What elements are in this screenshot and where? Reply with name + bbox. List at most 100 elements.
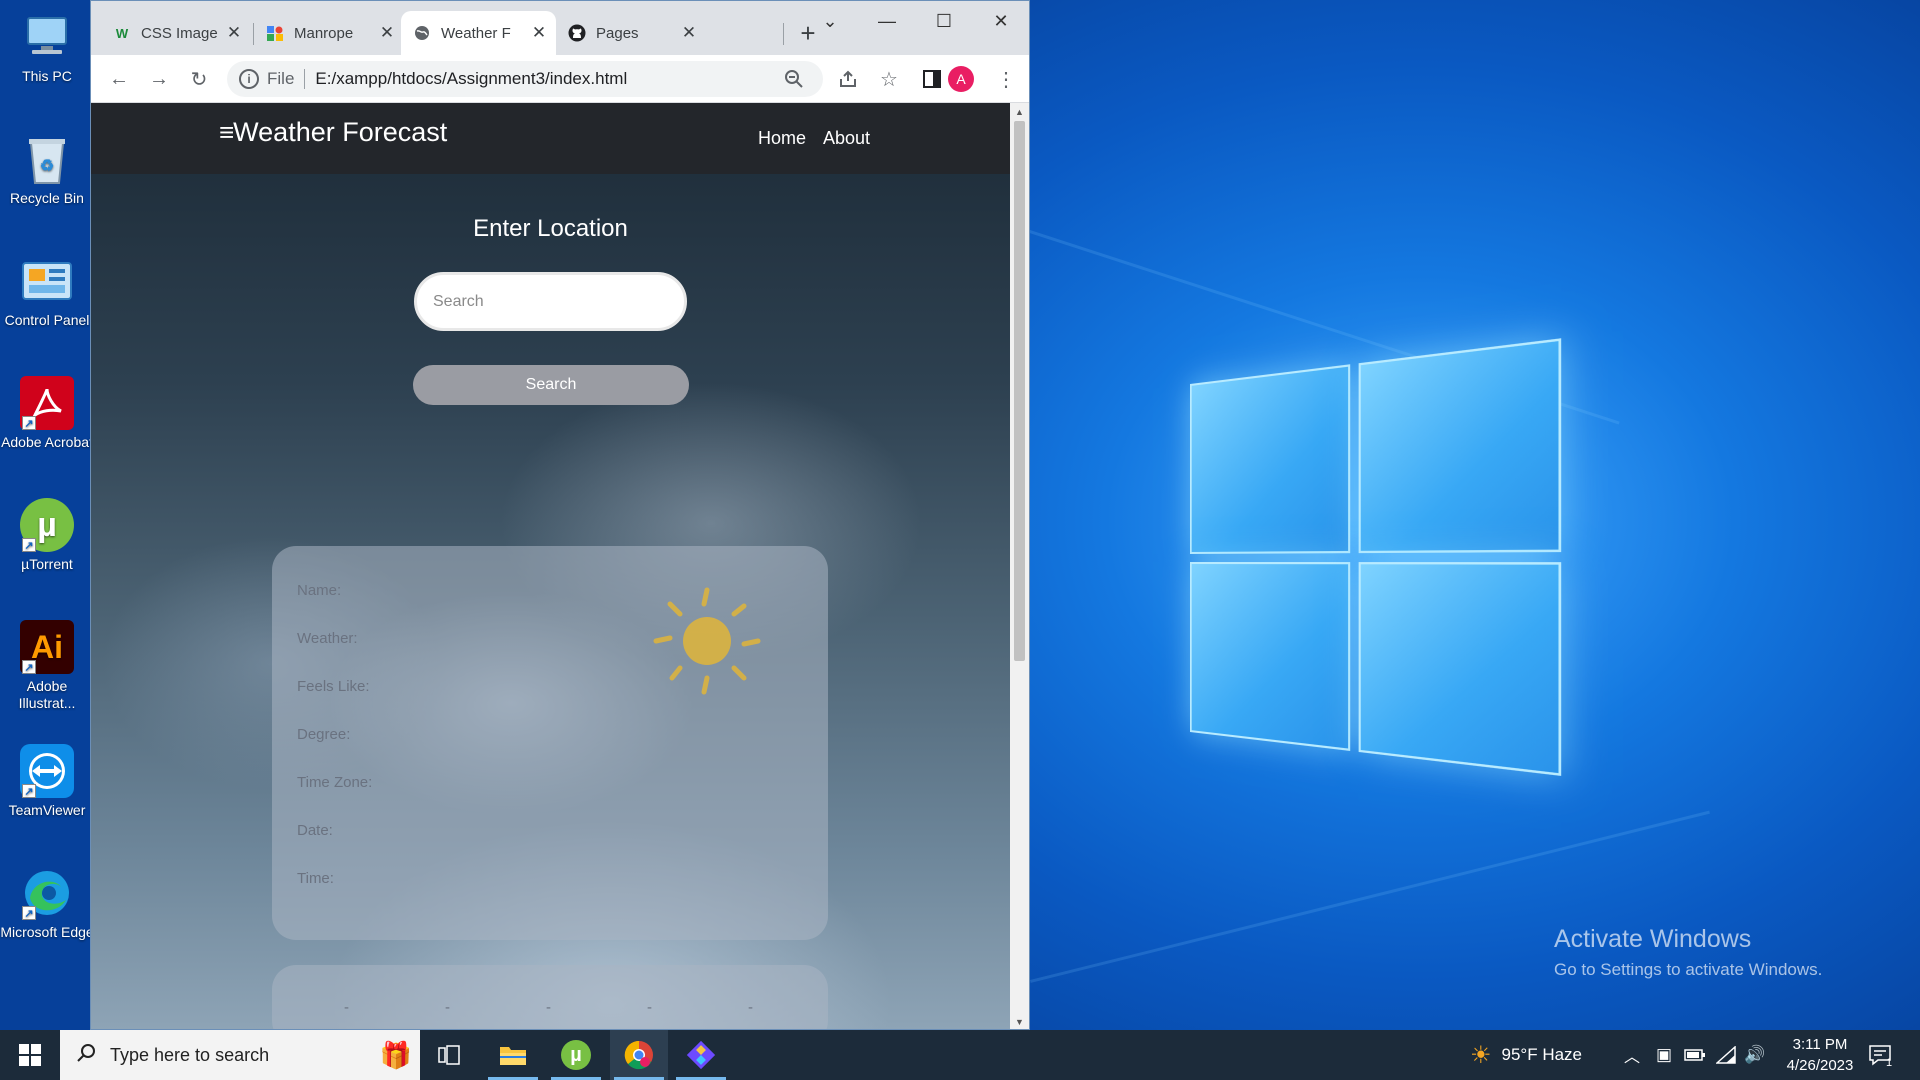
field-time: Time:: [297, 870, 334, 887]
svg-text:♻: ♻: [40, 158, 54, 175]
close-icon[interactable]: ✕: [376, 23, 398, 43]
tab-manrope[interactable]: Manrope ✕: [254, 11, 404, 55]
url-scheme: File: [267, 69, 306, 89]
wind-icon: ≡: [219, 117, 234, 147]
zoom-button[interactable]: [779, 64, 809, 94]
close-icon: ✕: [993, 10, 1009, 31]
task-view-button[interactable]: [420, 1030, 478, 1080]
profile-avatar[interactable]: A: [948, 66, 974, 92]
scroll-up-icon[interactable]: ▲: [1014, 107, 1025, 117]
arrow-right-icon: →: [149, 67, 169, 90]
show-hidden-icons-button[interactable]: ︿: [1624, 1030, 1640, 1080]
search-button[interactable]: Search: [413, 365, 689, 405]
forward-button[interactable]: →: [144, 64, 174, 94]
tab-label: Pages: [596, 24, 639, 42]
tab-weather-forecast[interactable]: Weather F ✕: [401, 11, 556, 55]
nav-about-link[interactable]: About: [823, 128, 870, 149]
reload-button[interactable]: ↻: [184, 64, 214, 94]
side-panel-button[interactable]: [917, 64, 947, 94]
desktop-icon-label: This PC: [22, 68, 72, 84]
speaker-icon: 🔊: [1744, 1045, 1766, 1064]
taskbar-git-client[interactable]: [672, 1030, 730, 1080]
weather-details-card: Name: Weather: Feels Like: Degree: Time …: [272, 546, 828, 940]
brand-name: Weather Forecast: [233, 117, 448, 147]
acrobat-icon: ↗: [20, 376, 74, 430]
close-window-button[interactable]: ✕: [972, 1, 1029, 41]
url-text: E:/xampp/htdocs/Assignment3/index.html: [315, 69, 628, 88]
location-search-input[interactable]: [414, 272, 687, 331]
address-bar[interactable]: i File E:/xampp/htdocs/Assignment3/index…: [227, 61, 823, 97]
tab-search-button[interactable]: ⌄: [801, 1, 859, 41]
battery-icon: [1684, 1049, 1705, 1061]
weather-widget[interactable]: ☀ 95°F Haze: [1470, 1030, 1582, 1080]
volume-button[interactable]: 🔊: [1744, 1030, 1765, 1080]
illustrator-icon: Ai ↗: [20, 620, 74, 674]
teamviewer-icon: ↗: [20, 744, 74, 798]
desktop-icon-label: Recycle Bin: [10, 190, 84, 206]
start-button[interactable]: [0, 1030, 60, 1080]
desktop-icon-recycle-bin[interactable]: ♻ Recycle Bin: [0, 132, 94, 207]
github-icon: [568, 24, 586, 42]
site-brand[interactable]: ≡ Weather Forecast: [219, 117, 447, 148]
desktop-icon-adobe-acrobat[interactable]: ↗ Adobe Acrobat: [0, 376, 94, 451]
maximize-button[interactable]: ☐: [915, 1, 973, 41]
nav-home-link[interactable]: Home: [758, 128, 806, 149]
chrome-icon: [624, 1040, 653, 1070]
chevron-up-icon: ︿: [1624, 1049, 1641, 1066]
sun-haze-icon: ☀: [1470, 1041, 1492, 1069]
desktop-icon-label: µTorrent: [21, 556, 73, 572]
taskbar-file-explorer[interactable]: [484, 1030, 542, 1080]
share-icon: [840, 70, 856, 87]
scrollbar-thumb[interactable]: [1014, 121, 1025, 661]
taskbar-utorrent[interactable]: µ: [547, 1030, 605, 1080]
desktop-icon-teamviewer[interactable]: ↗ TeamViewer: [0, 744, 94, 819]
tab-pages[interactable]: Pages ✕: [556, 11, 706, 55]
network-button[interactable]: [1716, 1030, 1736, 1080]
close-icon[interactable]: ✕: [678, 23, 700, 43]
control-panel-icon: [20, 254, 74, 308]
tab-strip: W CSS Image ✕ Manrope ✕ Weather F ✕ Page…: [91, 1, 1029, 55]
field-weather: Weather:: [297, 630, 358, 647]
desktop-icon-label: Microsoft Edge: [0, 924, 94, 940]
desktop-icon-control-panel[interactable]: Control Panel: [0, 254, 94, 329]
battery-button[interactable]: [1684, 1030, 1706, 1080]
taskbar-clock[interactable]: 3:11 PM 4/26/2023: [1770, 1034, 1870, 1076]
desktop-icon-utorrent[interactable]: µ ↗ µTorrent: [0, 498, 94, 573]
back-button[interactable]: ←: [104, 64, 134, 94]
tab-label: Weather F: [441, 24, 511, 42]
action-center-button[interactable]: 1: [1868, 1030, 1892, 1080]
scroll-down-icon[interactable]: ▼: [1014, 1017, 1025, 1027]
taskbar: Type here to search 🎁 µ ☀ 95°F Haze ︿ ▣ …: [0, 1030, 1920, 1080]
desktop-icon-label: TeamViewer: [8, 802, 86, 818]
tab-css-image[interactable]: W CSS Image ✕: [101, 11, 251, 55]
close-icon[interactable]: ✕: [223, 23, 245, 43]
globe-icon: [413, 24, 431, 42]
field-feels-like: Feels Like:: [297, 678, 370, 695]
browser-menu-button[interactable]: ⋮: [991, 64, 1021, 94]
taskbar-chrome[interactable]: [610, 1030, 668, 1080]
desktop-icon-microsoft-edge[interactable]: ↗ Microsoft Edge: [0, 866, 94, 941]
forecast-card: - - - - -: [272, 965, 828, 1029]
desktop-icon-this-pc[interactable]: This PC: [0, 10, 94, 85]
bookmark-button[interactable]: ☆: [874, 64, 904, 94]
close-icon[interactable]: ✕: [528, 23, 550, 43]
share-button[interactable]: [833, 64, 863, 94]
page-heading: Enter Location: [473, 215, 628, 242]
minimize-button[interactable]: —: [858, 1, 916, 41]
search-icon: [76, 1043, 96, 1068]
meet-now-button[interactable]: ▣: [1656, 1030, 1672, 1080]
wifi-icon: [1716, 1046, 1736, 1064]
page-scrollbar[interactable]: ▲ ▼: [1010, 103, 1029, 1029]
browser-window: W CSS Image ✕ Manrope ✕ Weather F ✕ Page…: [90, 0, 1030, 1030]
field-degree: Degree:: [297, 726, 351, 743]
info-icon[interactable]: i: [239, 69, 259, 89]
chevron-down-icon: ⌄: [822, 10, 838, 31]
tab-label: CSS Image: [141, 24, 218, 42]
desktop-icon-adobe-illustrator[interactable]: Ai ↗ Adobe Illustrat...: [0, 620, 94, 712]
search-highlight-icon: 🎁: [379, 1039, 412, 1070]
notification-count: 1: [1886, 1057, 1893, 1069]
field-date: Date:: [297, 822, 333, 839]
maximize-icon: ☐: [935, 10, 953, 31]
taskbar-search-box[interactable]: Type here to search 🎁: [60, 1030, 420, 1080]
folder-icon: [500, 1047, 526, 1065]
